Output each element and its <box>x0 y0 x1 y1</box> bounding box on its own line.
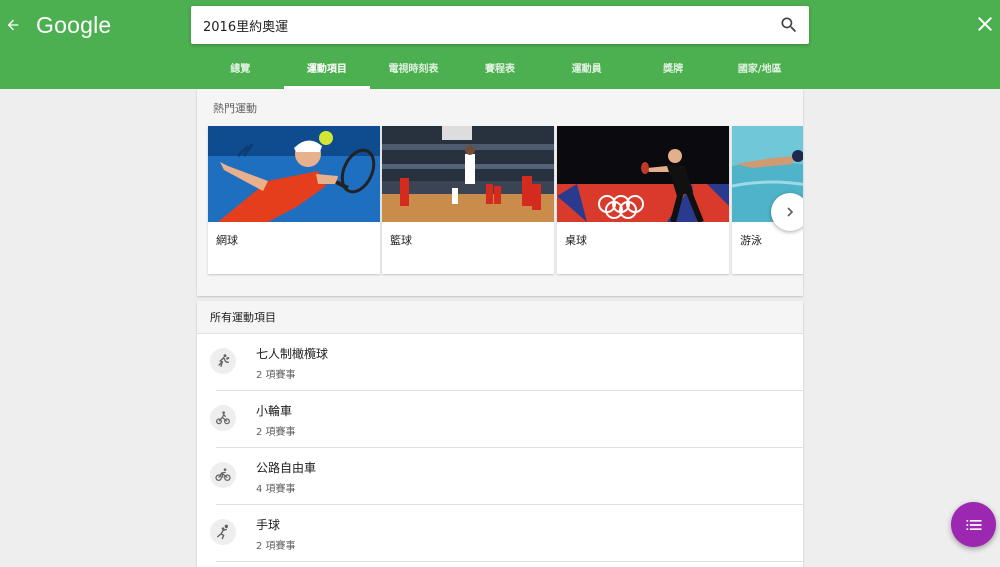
close-icon[interactable] <box>973 12 997 36</box>
search-icon[interactable] <box>779 15 799 35</box>
all-sports-title: 所有運動項目 <box>197 301 803 334</box>
table-tennis-player-photo <box>557 126 729 222</box>
sport-card-table-tennis[interactable]: 桌球 <box>557 126 729 274</box>
sport-row-rugby-sevens[interactable]: 七人制橄欖球 2 項賽事 <box>197 334 803 391</box>
tab-athletes[interactable]: 運動員 <box>543 52 630 89</box>
sport-card-label: 籃球 <box>390 234 412 247</box>
sport-row-handball[interactable]: 手球 2 項賽事 <box>197 505 803 562</box>
carousel-next-button[interactable] <box>771 193 803 231</box>
list-icon <box>966 519 981 530</box>
sport-card-tennis[interactable]: 網球 <box>208 126 380 274</box>
tab-countries[interactable]: 國家/地區 <box>716 52 803 89</box>
sport-card-label: 桌球 <box>565 234 587 247</box>
top-bar: Google 總覽 運動項目 電視時刻表 賽程表 運動員 獎牌 國家/地區 <box>0 0 1000 89</box>
sport-card-label: 網球 <box>216 234 238 247</box>
arrow-back-icon <box>7 19 19 31</box>
sport-card-basketball[interactable]: 籃球 <box>382 126 554 274</box>
sport-card-label: 游泳 <box>740 234 762 247</box>
tab-medals[interactable]: 獎牌 <box>630 52 717 89</box>
sport-name: 手球 <box>256 518 281 532</box>
sport-row-bmx[interactable]: 小輪車 2 項賽事 <box>197 391 803 448</box>
tab-sports[interactable]: 運動項目 <box>283 52 371 89</box>
road-cycling-icon <box>210 462 236 488</box>
tab-overview[interactable]: 總覽 <box>197 52 284 89</box>
google-logo[interactable]: Google <box>36 8 111 42</box>
search-box <box>191 6 809 44</box>
popular-sports-panel: 熱門運動 網球 籃球 桌球 游泳 <box>197 89 803 296</box>
basketball-game-photo <box>382 126 554 222</box>
sport-name: 七人制橄欖球 <box>256 347 329 361</box>
sport-name: 公路自由車 <box>256 461 317 475</box>
list-fab-button[interactable] <box>951 502 996 547</box>
chevron-right-icon <box>787 207 794 217</box>
rugby-icon <box>210 348 236 374</box>
search-input[interactable] <box>203 6 763 44</box>
all-sports-panel: 所有運動項目 七人制橄欖球 2 項賽事 小輪車 2 項賽事 公路自由車 4 項賽… <box>197 301 803 567</box>
tab-tv-schedule[interactable]: 電視時刻表 <box>370 52 457 89</box>
tab-bar: 總覽 運動項目 電視時刻表 賽程表 運動員 獎牌 國家/地區 <box>197 52 803 89</box>
tab-schedule[interactable]: 賽程表 <box>457 52 544 89</box>
handball-icon <box>210 519 236 545</box>
sport-row-road-cycling[interactable]: 公路自由車 4 項賽事 <box>197 448 803 505</box>
sport-event-count: 4 項賽事 <box>256 484 296 495</box>
sport-name: 小輪車 <box>256 404 293 418</box>
popular-sports-title: 熱門運動 <box>213 102 257 115</box>
back-button[interactable] <box>0 8 26 42</box>
bmx-icon <box>210 405 236 431</box>
tennis-player-photo <box>208 126 380 222</box>
sport-event-count: 2 項賽事 <box>256 370 296 381</box>
sport-event-count: 2 項賽事 <box>256 541 296 552</box>
sport-event-count: 2 項賽事 <box>256 427 296 438</box>
